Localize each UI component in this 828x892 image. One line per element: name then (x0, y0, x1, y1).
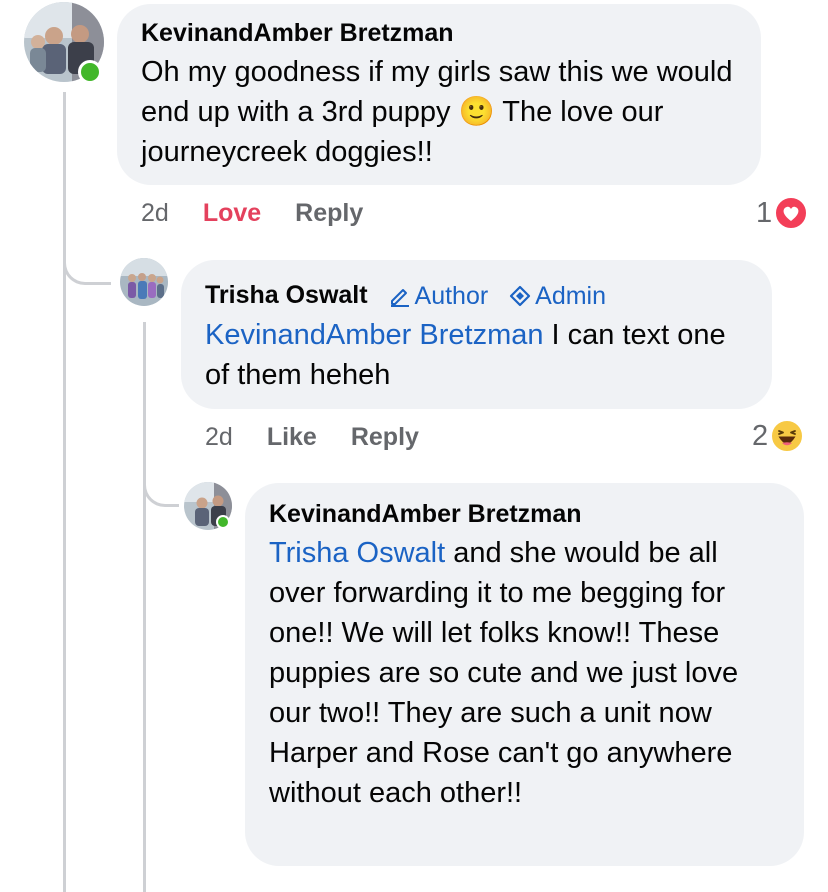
mention-link[interactable]: Trisha Oswalt (269, 537, 445, 569)
avatar-photo (120, 258, 168, 306)
avatar[interactable] (120, 258, 168, 306)
online-status-dot (216, 515, 230, 529)
thread-line-branch-1 (63, 255, 111, 285)
comment-author[interactable]: KevinandAmber Bretzman (141, 18, 737, 48)
reaction-summary[interactable]: 1 (756, 195, 809, 231)
reply-header: Trisha Oswalt Author Admin (205, 280, 748, 311)
admin-badge-label: Admin (535, 282, 607, 311)
reply-bubble[interactable]: Trisha Oswalt Author Admin KevinandAmber… (181, 260, 772, 409)
thread-line-reply (143, 322, 146, 892)
reply-actions: 2d Like Reply (205, 420, 419, 454)
online-status-dot (78, 60, 102, 84)
comment-actions: 2d Love Reply (141, 196, 363, 230)
reaction-count: 1 (756, 196, 773, 229)
comment-timestamp[interactable]: 2d (141, 199, 169, 228)
mention-link[interactable]: KevinandAmber Bretzman (205, 319, 544, 351)
pencil-icon (390, 289, 409, 308)
admin-shield-icon (510, 286, 531, 307)
reply-bubble[interactable]: KevinandAmber Bretzman Trisha Oswalt and… (245, 483, 804, 866)
love-reaction-icon (774, 196, 809, 230)
reply-timestamp[interactable]: 2d (205, 423, 233, 452)
reply-text: KevinandAmber Bretzman I can text one of… (205, 315, 748, 395)
reply-author[interactable]: Trisha Oswalt (205, 281, 368, 309)
reply-text: Trisha Oswalt and she would be all over … (269, 533, 780, 813)
reply-body: and she would be all over forwarding it … (269, 537, 739, 809)
admin-badge[interactable]: Admin (509, 281, 606, 311)
avatar[interactable] (184, 482, 232, 530)
thread-line-main (63, 92, 66, 892)
comment-bubble[interactable]: KevinandAmber Bretzman Oh my goodness if… (117, 4, 761, 185)
avatar[interactable] (24, 2, 104, 84)
thread-line-branch-2 (143, 475, 179, 507)
author-badge-label: Author (414, 282, 489, 311)
reply-author[interactable]: KevinandAmber Bretzman (269, 499, 780, 529)
reply-button[interactable]: Reply (295, 199, 363, 228)
reaction-summary[interactable]: 2 (752, 418, 805, 454)
haha-reaction-icon (770, 419, 805, 453)
like-button[interactable]: Like (267, 423, 317, 452)
reaction-count: 2 (752, 419, 769, 452)
reply-button[interactable]: Reply (351, 423, 419, 452)
love-button[interactable]: Love (203, 199, 261, 228)
comment-text: Oh my goodness if my girls saw this we w… (141, 52, 737, 172)
comment-body: Oh my goodness if my girls saw this we w… (141, 56, 733, 168)
author-badge[interactable]: Author (389, 281, 489, 311)
